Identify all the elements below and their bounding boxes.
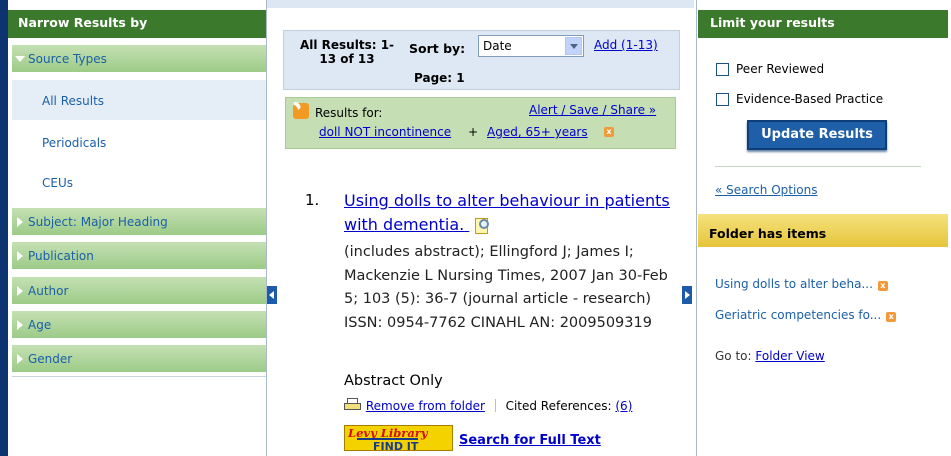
folder-view-link[interactable]: Folder View [755,349,824,363]
remove-x-icon[interactable]: x [877,281,888,291]
limit-results-body: Peer Reviewed Evidence-Based Practice Up… [698,38,948,208]
results-for-label: Results for: [315,106,383,120]
folder-item-link[interactable]: Using dolls to alter beha... [715,277,873,291]
query-plus: + [468,125,479,139]
facet-label: Author [28,284,69,298]
source-item-periodicals[interactable]: Periodicals [12,122,266,162]
triangle-right-icon [17,286,23,296]
query-term-link[interactable]: Aged, 65+ years [487,125,588,139]
goto-label: Go to: [715,349,752,363]
query-term-link[interactable]: doll NOT incontinence [319,125,451,139]
checkbox-label: Evidence-Based Practice [736,92,884,106]
search-full-text-link[interactable]: Search for Full Text [459,433,601,448]
remove-x-icon[interactable]: x [604,127,614,137]
checkbox-label: Peer Reviewed [736,62,825,76]
results-count-line1: All Results: 1- [299,38,395,52]
narrow-results-panel: Narrow Results by Source Types All Resul… [0,0,267,456]
collapse-right-icon[interactable] [682,286,692,304]
results-header: All Results: 1- 13 of 13 Sort by: Date Ad… [283,30,680,90]
cited-references-label: Cited References: [505,399,612,413]
facet-label: Gender [28,352,73,366]
folder-item-link[interactable]: Geriatric competencies fo... [715,308,881,322]
update-results-button[interactable]: Update Results [747,120,887,150]
printer-folder-icon[interactable] [344,398,362,412]
results-count: All Results: 1- 13 of 13 [292,38,402,66]
collapse-left-icon[interactable] [267,286,277,304]
divider [715,166,921,167]
folder-item: Using dolls to alter beha... x [715,277,888,291]
result-number: 1. [305,191,320,209]
limit-results-panel: Limit your results Peer Reviewed Evidenc… [696,0,951,456]
facet-label: Age [28,318,52,332]
goto-row: Go to: Folder View [715,349,825,363]
remove-from-folder-link[interactable]: Remove from folder [366,399,485,413]
findit-logo[interactable]: Levy Library FIND IT [344,425,453,453]
facet-age[interactable]: Age [12,311,266,339]
results-count-line2: 13 of 13 [319,52,375,66]
chevron-down-icon[interactable] [565,37,582,55]
facet-source-types[interactable]: Source Types [12,45,266,73]
result-title-link[interactable]: Using dolls to alter behaviour in patien… [344,191,670,234]
facet-label: Source Types [28,52,107,66]
sort-select[interactable]: Date [478,35,584,57]
facet-subject-major-heading[interactable]: Subject: Major Heading [12,208,266,236]
facet-label: Publication [28,249,94,263]
limit-results-heading: Limit your results [698,10,948,38]
alert-save-share-link[interactable]: Alert / Save / Share » [529,103,656,117]
results-panel: All Results: 1- 13 of 13 Sort by: Date Ad… [267,0,694,456]
facet-gender[interactable]: Gender [12,345,266,373]
divider [494,399,496,412]
remove-x-icon[interactable]: x [886,312,897,322]
triangle-right-icon [17,354,23,364]
results-for-box: Results for: Alert / Save / Share » doll… [285,97,676,149]
facet-author[interactable]: Author [12,277,266,305]
result-title-block: Using dolls to alter behaviour in patien… [344,189,674,237]
facet-publication[interactable]: Publication [12,242,266,270]
facet-label: Subject: Major Heading [28,215,168,229]
triangle-right-icon [17,320,23,330]
divider [12,376,266,377]
add-all-link[interactable]: Add (1-13) [594,38,658,52]
triangle-down-icon [15,56,25,62]
cited-references-count[interactable]: (6) [615,399,632,413]
findit-row: Levy Library FIND IT Search for Full Tex… [344,425,744,453]
evidence-based-checkbox[interactable] [716,93,729,106]
source-item-ceus[interactable]: CEUs [12,162,266,202]
findit-logo-line2: FIND IT [357,438,419,453]
folder-heading: Folder has items [698,214,948,248]
result-citation: (includes abstract); Ellingford J; James… [344,244,668,331]
folder-item: Geriatric competencies fo... x [715,308,897,322]
left-edge-bar [0,0,8,456]
source-item-all-results[interactable]: All Results [12,80,266,120]
triangle-right-icon [17,217,23,227]
rss-icon[interactable] [293,103,309,119]
search-options-link[interactable]: « Search Options [715,183,818,197]
sort-by-label: Sort by: [409,41,466,56]
top-bar [267,0,694,8]
page-number: Page: 1 [414,71,465,85]
folder-body: Using dolls to alter beha... x Geriatric … [698,248,948,456]
result-actions: Remove from folder Cited References: (6) [344,398,632,413]
peer-reviewed-checkbox[interactable] [716,63,729,76]
magnifier-preview-icon[interactable] [473,217,491,235]
triangle-right-icon [17,251,23,261]
narrow-results-heading: Narrow Results by [8,10,266,38]
result-abstract-note: Abstract Only [344,373,443,389]
sort-value: Date [483,39,512,53]
